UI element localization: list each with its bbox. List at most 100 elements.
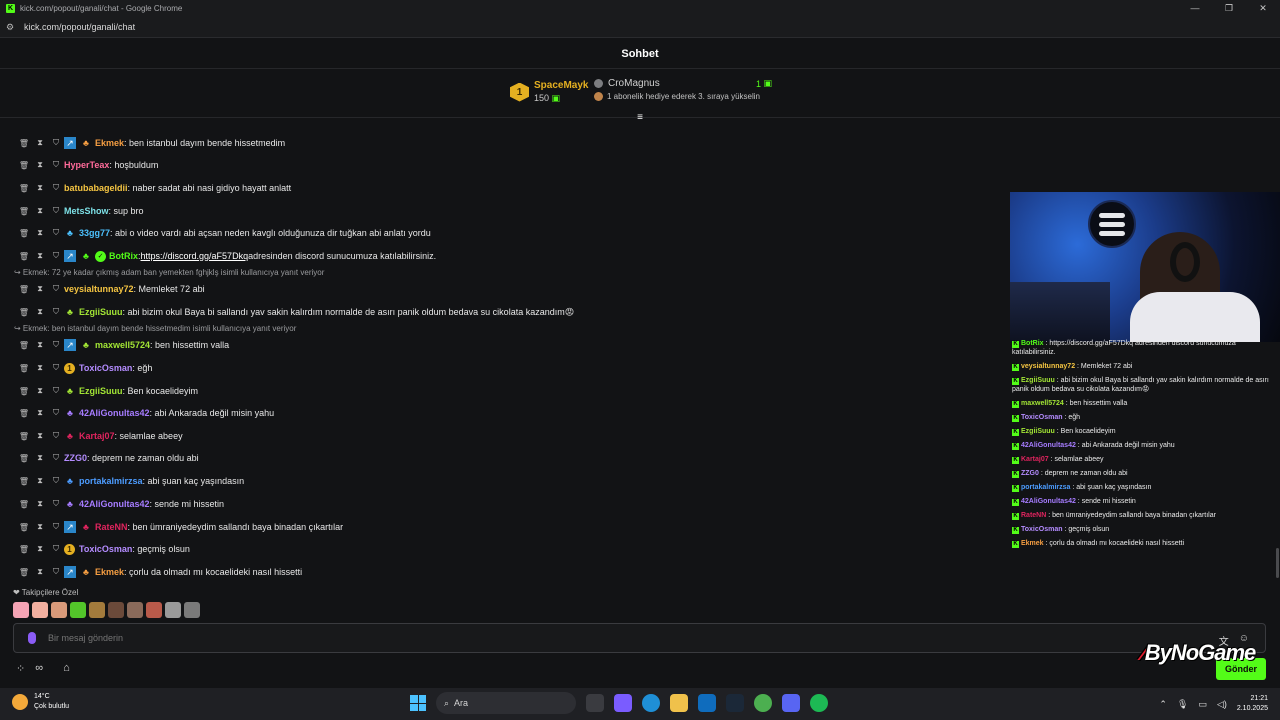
timeout-icon[interactable]: ⧗ [32, 522, 48, 532]
chat-message[interactable]: 🗑 ⧗ ⛉ ♣ portakalmirzsa: abi şuan kaç yaşında… [16, 474, 244, 488]
emote-dog-icon[interactable] [89, 602, 105, 618]
ban-icon[interactable]: ⛉ [48, 431, 64, 441]
emote-face-icon[interactable] [127, 602, 143, 618]
timeout-icon[interactable]: ⧗ [32, 228, 48, 238]
chat-username[interactable]: ToxicOsman [79, 544, 132, 554]
chat-username[interactable]: EzgiiSuuu [79, 307, 123, 317]
ban-icon[interactable]: ⛉ [48, 160, 64, 170]
chat-username[interactable]: ToxicOsman [79, 363, 132, 373]
emote-face-icon[interactable] [32, 602, 48, 618]
chat-message[interactable]: 🗑 ⧗ ⛉ MetsShow: sup bro [16, 204, 144, 218]
delete-icon[interactable]: 🗑 [16, 523, 32, 532]
chrome-icon[interactable] [754, 694, 772, 712]
timeout-icon[interactable]: ⧗ [32, 307, 48, 317]
chat-username[interactable]: EzgiiSuuu [79, 386, 123, 396]
ban-icon[interactable]: ⛉ [48, 206, 64, 216]
delete-icon[interactable]: 🗑 [16, 229, 32, 238]
chat-message[interactable]: 🗑 ⧗ ⛉ ♣ 42AliGonultas42: abi Ankarada değil … [16, 406, 274, 420]
emote-face-icon[interactable] [51, 602, 67, 618]
edge-icon[interactable] [642, 694, 660, 712]
chat-message[interactable]: 🗑 ⧗ ⛉ ♣ 42AliGonultas42: sende mi hissetin [16, 497, 224, 511]
delete-icon[interactable]: 🗑 [16, 500, 32, 509]
ban-icon[interactable]: ⛉ [48, 544, 64, 554]
network-icon[interactable]: ▭ [1198, 699, 1207, 710]
restore-icon[interactable]: ❐ [1212, 0, 1246, 16]
timeout-icon[interactable]: ⧗ [32, 567, 48, 577]
chat-message[interactable]: 🗑 ⧗ ⛉ ↗ ♣ RateNN: ben ümraniyedeydim sallandı… [16, 520, 343, 534]
delete-icon[interactable]: 🗑 [16, 364, 32, 373]
delete-icon[interactable]: 🗑 [16, 387, 32, 396]
ban-icon[interactable]: ⛉ [48, 284, 64, 294]
timeout-icon[interactable]: ⧗ [32, 544, 48, 554]
chat-username[interactable]: BotRix [109, 251, 138, 261]
chat-username[interactable]: Kartaj07 [79, 431, 115, 441]
chat-username[interactable]: 42AliGonultas42 [79, 408, 150, 418]
url-text[interactable]: kick.com/popout/ganali/chat [24, 22, 135, 32]
top-gifter[interactable]: 1 SpaceMayk 150 ▣ [510, 80, 588, 104]
chat-message[interactable]: 🗑 ⧗ ⛉ ♣ Kartaj07: selamlae abeey [16, 429, 183, 443]
ban-icon[interactable]: ⛉ [48, 408, 64, 418]
chat-message[interactable]: 🗑 ⧗ ⛉ HyperTeax: hoşbuldum [16, 158, 158, 172]
timeout-icon[interactable]: ⧗ [32, 160, 48, 170]
copilot-icon[interactable] [614, 694, 632, 712]
timeout-icon[interactable]: ⧗ [32, 363, 48, 373]
delete-icon[interactable]: 🗑 [16, 545, 32, 554]
chat-message[interactable]: 🗑 ⧗ ⛉ 1 ToxicOsman: eğh [16, 361, 152, 375]
delete-icon[interactable]: 🗑 [16, 161, 32, 170]
delete-icon[interactable]: 🗑 [16, 409, 32, 418]
chat-message[interactable]: 🗑 ⧗ ⛉ ↗ ♣ maxwell5724: ben hissettim valla [16, 338, 229, 352]
steam-icon[interactable] [726, 694, 744, 712]
ban-icon[interactable]: ⛉ [48, 138, 64, 148]
chevron-up-icon[interactable]: ⌃ [1159, 699, 1167, 710]
delete-icon[interactable]: 🗑 [16, 184, 32, 193]
points-icon[interactable]: ⁘ [16, 662, 25, 675]
infinity-icon[interactable]: ∞ [35, 662, 43, 675]
delete-icon[interactable]: 🗑 [16, 308, 32, 317]
chat-message[interactable]: 🗑 ⧗ ⛉ ♣ 33gg77: abi o video vardı abi açsan … [16, 226, 431, 240]
delete-icon[interactable]: 🗑 [16, 252, 32, 261]
timeout-icon[interactable]: ⧗ [32, 453, 48, 463]
ban-icon[interactable]: ⛉ [48, 228, 64, 238]
timeout-icon[interactable]: ⧗ [32, 340, 48, 350]
ban-icon[interactable]: ⛉ [48, 499, 64, 509]
volume-icon[interactable]: ◁) [1217, 699, 1227, 710]
scrollbar[interactable] [1276, 548, 1279, 578]
chat-username[interactable]: maxwell5724 [95, 340, 150, 350]
timeout-icon[interactable]: ⧗ [32, 476, 48, 486]
emote-cat-icon[interactable] [165, 602, 181, 618]
discord-link[interactable]: https://discord.gg/aF57Dkq [141, 251, 249, 261]
timeout-icon[interactable]: ⧗ [32, 183, 48, 193]
emote-face-icon[interactable] [146, 602, 162, 618]
timeout-icon[interactable]: ⧗ [32, 408, 48, 418]
chat-username[interactable]: MetsShow [64, 206, 109, 216]
chat-username[interactable]: Ekmek [95, 567, 124, 577]
chat-username[interactable]: ZZG0 [64, 453, 87, 463]
timeout-icon[interactable]: ⧗ [32, 386, 48, 396]
delete-icon[interactable]: 🗑 [16, 454, 32, 463]
delete-icon[interactable]: 🗑 [16, 139, 32, 148]
timeout-icon[interactable]: ⧗ [32, 499, 48, 509]
mic-tray-icon[interactable]: 🎙 [1177, 699, 1188, 710]
discord-icon[interactable] [782, 694, 800, 712]
ban-icon[interactable]: ⛉ [48, 340, 64, 350]
ban-icon[interactable]: ⛉ [48, 453, 64, 463]
ban-icon[interactable]: ⛉ [48, 183, 64, 193]
chat-username[interactable]: Ekmek [95, 138, 124, 148]
chat-message[interactable]: 🗑 ⧗ ⛉ ZZG0: deprem ne zaman oldu abi [16, 451, 199, 465]
timeout-icon[interactable]: ⧗ [32, 206, 48, 216]
close-icon[interactable]: ✕ [1246, 0, 1280, 16]
timeout-icon[interactable]: ⧗ [32, 251, 48, 261]
address-bar[interactable]: ⚙ kick.com/popout/ganali/chat [0, 16, 1280, 38]
mic-icon[interactable] [28, 632, 36, 644]
emote-gun-icon[interactable] [184, 602, 200, 618]
chat-username[interactable]: 33gg77 [79, 228, 110, 238]
chat-message[interactable]: 🗑 ⧗ ⛉ 1 ToxicOsman: geçmiş olsun [16, 542, 190, 556]
ban-icon[interactable]: ⛉ [48, 476, 64, 486]
chat-message[interactable]: 🗑 ⧗ ⛉ ♣ EzgiiSuuu: Ben kocaelideyim [16, 384, 198, 398]
emote-green-icon[interactable] [70, 602, 86, 618]
ban-icon[interactable]: ⛉ [48, 522, 64, 532]
weather-widget[interactable]: 14°C Çok bulutlu [12, 692, 69, 712]
ban-icon[interactable]: ⛉ [48, 307, 64, 317]
chat-message[interactable]: 🗑 ⧗ ⛉ batubabageldii: naber sadat abi nasi … [16, 181, 291, 195]
timeout-icon[interactable]: ⧗ [32, 284, 48, 294]
